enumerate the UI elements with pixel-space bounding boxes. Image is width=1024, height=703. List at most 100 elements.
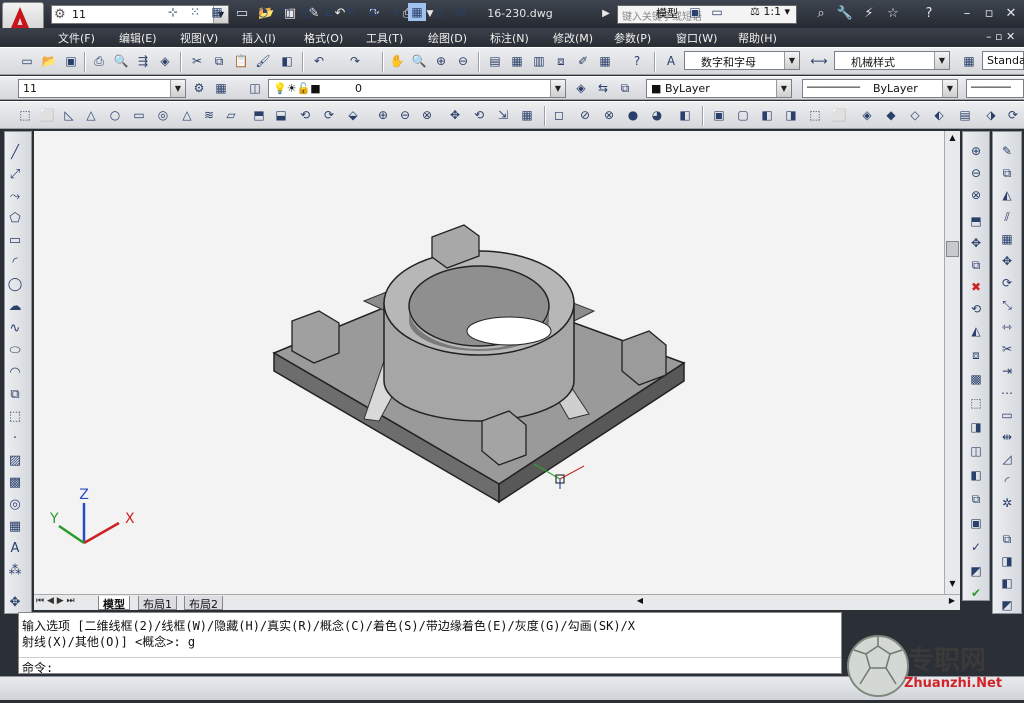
color-edges-icon[interactable]: ◨ — [967, 418, 985, 436]
region-icon[interactable]: ◎ — [4, 494, 26, 514]
annotation-scale-label[interactable]: ⚖ 1:1 ▾ — [750, 5, 790, 18]
command-input[interactable]: 命令: — [19, 657, 841, 675]
point-icon[interactable]: · — [4, 428, 26, 448]
subscription-icon[interactable]: 🔧 — [836, 6, 854, 22]
accept-icon[interactable]: ✔ — [967, 584, 985, 602]
qnew-icon[interactable]: ▭ — [18, 52, 36, 70]
layer-state-combo[interactable]: 11 ▼ — [18, 79, 186, 98]
markup-icon[interactable]: ✐ — [574, 52, 592, 70]
loft-icon[interactable]: ⬙ — [344, 106, 362, 124]
layer-properties-icon[interactable]: ▦ — [212, 79, 230, 97]
object-snap-tracking-icon[interactable]: ∠ — [320, 3, 338, 21]
undo-icon[interactable]: ↶ — [310, 52, 328, 70]
revision-cloud-icon[interactable]: ☁ — [4, 296, 26, 316]
polar-tracking-icon[interactable]: ◔ — [254, 3, 272, 21]
solid-edit-subtract-icon[interactable]: ⊖ — [967, 164, 985, 182]
circle-icon[interactable]: ◯ — [4, 274, 26, 294]
fillet-icon[interactable]: ◜ — [998, 472, 1016, 490]
cylinder-icon[interactable]: ▭ — [130, 106, 148, 124]
paste-icon[interactable]: 📋 — [232, 52, 250, 70]
scale-icon[interactable]: ⤡ — [998, 296, 1016, 314]
join-icon[interactable]: ⇹ — [998, 428, 1016, 446]
publish-icon[interactable]: ⇶ — [134, 52, 152, 70]
add-selected-icon[interactable]: ⁂ — [4, 560, 26, 580]
calculator-icon[interactable]: ▦ — [596, 52, 614, 70]
redo-icon[interactable]: ↷ — [346, 52, 364, 70]
tab-navigation-arrows[interactable]: ⏮ ◀ ▶ ⏭ — [36, 596, 75, 606]
quick-properties-icon[interactable]: ▯ — [430, 3, 448, 21]
menu-format[interactable]: 格式(O) — [304, 30, 343, 46]
allow-disallow-ucs-icon[interactable]: ✎ — [342, 3, 360, 21]
color-combo[interactable]: ■ ByLayer ▼ — [646, 79, 792, 98]
visual-style-3d-wireframe-icon[interactable]: ⊘ — [576, 106, 594, 124]
view-ne-iso-icon[interactable]: ◇ — [906, 106, 924, 124]
menu-file[interactable]: 文件(F) — [58, 30, 95, 46]
explode-icon[interactable]: ✲ — [998, 494, 1016, 512]
layer-state-manager-icon[interactable]: ⚙ — [190, 79, 208, 97]
revolve-icon[interactable]: ⟳ — [320, 106, 338, 124]
multiline-text-icon[interactable]: A — [4, 538, 26, 558]
table-style-combo[interactable]: Standa — [982, 51, 1024, 70]
plot-preview-icon[interactable]: 🔍 — [112, 52, 130, 70]
3d-array-icon[interactable]: ▦ — [518, 106, 536, 124]
make-current-layer-icon[interactable]: ◈ — [572, 79, 590, 97]
scroll-left-icon[interactable]: ◀ — [634, 596, 646, 609]
open-icon[interactable]: 📂 — [40, 52, 58, 70]
block-editor-icon[interactable]: ◧ — [278, 52, 296, 70]
table-icon[interactable]: ▦ — [4, 516, 26, 536]
navigate-icon[interactable]: ✥ — [4, 592, 26, 612]
plot-icon[interactable]: ⎙ — [90, 52, 108, 70]
lineweight-icon[interactable]: + — [386, 3, 404, 21]
spline-icon[interactable]: ∿ — [4, 318, 26, 338]
tab-layout2[interactable]: 布局2 — [184, 596, 223, 611]
quick-view-layouts-icon[interactable]: ▣ — [686, 3, 704, 21]
design-center-icon[interactable]: ▦ — [508, 52, 526, 70]
menu-insert[interactable]: 插入(I) — [242, 30, 276, 46]
polygon-icon[interactable]: ⬠ — [4, 208, 26, 228]
orbit-icon[interactable]: ⟳ — [1004, 106, 1022, 124]
rotate-faces-icon[interactable]: ⟲ — [967, 300, 985, 318]
insert-block-icon[interactable]: ⧉ — [4, 384, 26, 404]
text-style-icon[interactable]: A — [662, 52, 680, 70]
view-se-iso-icon[interactable]: ◆ — [882, 106, 900, 124]
extrude-faces-icon[interactable]: ⬒ — [967, 212, 985, 230]
layer-isolate-icon[interactable]: ⧉ — [616, 79, 634, 97]
sweep-icon[interactable]: ⟲ — [296, 106, 314, 124]
scroll-down-icon[interactable]: ▼ — [946, 579, 959, 592]
view-bottom-icon[interactable]: ▢ — [734, 106, 752, 124]
layer-manager-icon[interactable]: ◫ — [246, 79, 264, 97]
minimize-icon[interactable]: – — [958, 6, 976, 22]
tab-model[interactable]: 模型 — [98, 596, 130, 611]
visual-style-hidden-icon[interactable]: ⊗ — [600, 106, 618, 124]
move-faces-icon[interactable]: ✥ — [967, 234, 985, 252]
sheet-set-icon[interactable]: ⧈ — [552, 52, 570, 70]
solid-edit-intersect-icon[interactable]: ⊗ — [967, 186, 985, 204]
menu-tools[interactable]: 工具(T) — [366, 30, 403, 46]
object-snap-icon[interactable]: ▢ — [276, 3, 294, 21]
match-properties-icon[interactable]: 🖌 — [254, 52, 272, 70]
transparency-icon[interactable]: ▦ — [408, 3, 426, 21]
lineweight-combo[interactable]: ────── — [966, 79, 1024, 98]
linetype-combo[interactable]: ──────── ByLayer ▼ — [802, 79, 958, 98]
dynamic-input-icon[interactable]: ⊞ — [364, 3, 382, 21]
taper-faces-icon[interactable]: ◭ — [967, 322, 985, 340]
trim-icon[interactable]: ✂ — [998, 340, 1016, 358]
chamfer-icon[interactable]: ◿ — [998, 450, 1016, 468]
quick-view-drawings-icon[interactable]: ▭ — [708, 3, 726, 21]
subtract-icon[interactable]: ⊖ — [396, 106, 414, 124]
help-icon[interactable]: ? — [628, 52, 646, 70]
tool-palettes-icon[interactable]: ▥ — [530, 52, 548, 70]
make-block-icon[interactable]: ⬚ — [4, 406, 26, 426]
view-top-icon[interactable]: ▣ — [710, 106, 728, 124]
layer-combo[interactable]: 💡☀🔓■ 0 ▼ — [268, 79, 566, 98]
restore-icon[interactable]: ▫ — [980, 6, 998, 22]
menu-help[interactable]: 帮助(H) — [738, 30, 777, 46]
sphere-icon[interactable]: ○ — [106, 106, 124, 124]
visual-style-conceptual-icon[interactable]: ◕ — [648, 106, 666, 124]
planar-surface-icon[interactable]: ▱ — [222, 106, 240, 124]
break-at-point-icon[interactable]: ⋯ — [998, 384, 1016, 402]
rectangle-icon[interactable]: ▭ — [4, 230, 26, 250]
move-icon[interactable]: ✥ — [998, 252, 1016, 270]
view-back-icon[interactable]: ⬜ — [830, 106, 848, 124]
3d-print-icon[interactable]: ◈ — [156, 52, 174, 70]
